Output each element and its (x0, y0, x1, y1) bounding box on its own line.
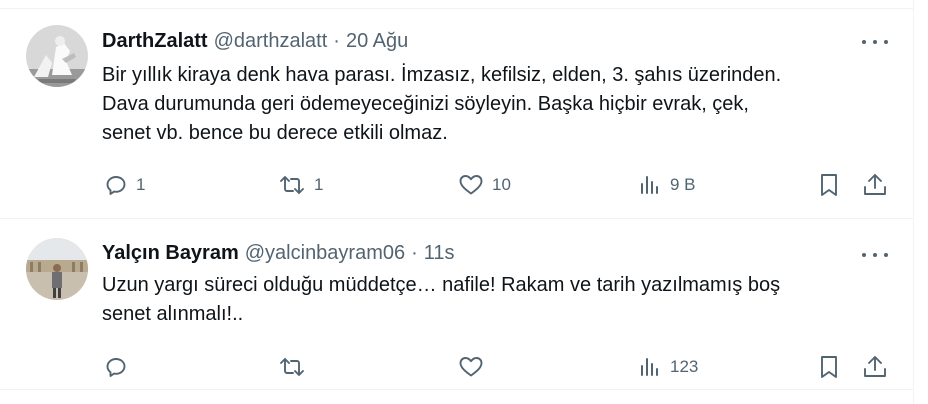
separator-dot: · (333, 29, 340, 52)
tweet-actions: 123 (0, 352, 913, 382)
repost-count: 1 (314, 175, 324, 194)
tweet-text-line: senet vb. bence bu derece etkili olmaz. (102, 122, 448, 144)
tweet-text-line: senet alınmalı!.. (102, 303, 244, 325)
reply-icon (106, 358, 126, 377)
author-name[interactable]: DarthZalatt (102, 30, 208, 53)
avatar-image-darthzalatt (26, 25, 88, 87)
tweet-timestamp[interactable]: 11s (424, 242, 455, 265)
tweet-text-line: Uzun yargı süreci olduğu müddetçe… nafil… (102, 274, 781, 296)
like-button[interactable]: 10 (458, 170, 511, 200)
repost-button[interactable] (278, 352, 314, 382)
views-button[interactable]: 9 B (638, 170, 696, 200)
heart-icon (459, 357, 483, 377)
repost-button[interactable]: 1 (278, 170, 323, 200)
reply-icon (106, 176, 126, 195)
avatar-image-yalcinbayram (26, 238, 88, 300)
author-handle[interactable]: @yalcinbayram06 (245, 242, 405, 265)
share-icon (864, 174, 886, 195)
tweet[interactable]: DarthZalatt @darthzalatt · 20 Ağu Bir yı… (0, 0, 913, 219)
separator-dot: · (411, 241, 418, 264)
views-button[interactable]: 123 (638, 352, 698, 382)
repost-icon (280, 176, 304, 194)
share-button[interactable] (862, 170, 888, 200)
tweet-text-line: Bir yıllık kiraya denk hava parası. İmza… (102, 64, 782, 86)
reply-count: 1 (136, 175, 146, 194)
avatar[interactable] (26, 25, 88, 87)
column-border (913, 0, 914, 404)
reply-button[interactable] (104, 352, 136, 382)
avatar[interactable] (26, 238, 88, 300)
reply-button[interactable]: 1 (104, 170, 145, 200)
bookmark-icon (821, 356, 837, 378)
author-handle[interactable]: @darthzalatt (214, 30, 328, 53)
bookmark-button[interactable] (818, 170, 840, 200)
tweet-actions: 1 1 10 9 B (0, 170, 913, 200)
bookmark-icon (821, 174, 837, 196)
view-count: 123 (670, 357, 699, 376)
bookmark-button[interactable] (818, 352, 840, 382)
tweet-text: Uzun yargı süreci olduğu müddetçe… nafil… (102, 271, 902, 329)
author-name[interactable]: Yalçın Bayram (102, 242, 239, 265)
like-button[interactable] (458, 352, 492, 382)
tweet-text: Bir yıllık kiraya denk hava parası. İmza… (102, 61, 902, 148)
tweet-header: DarthZalatt @darthzalatt · 20 Ağu (102, 29, 408, 53)
share-icon (864, 356, 886, 377)
tweet-timestamp[interactable]: 20 Ağu (346, 30, 408, 53)
views-chart-icon (641, 176, 658, 194)
tweet-text-line: Dava durumunda geri ödemeyeceğinizi söyl… (102, 93, 749, 115)
share-button[interactable] (862, 352, 888, 382)
tweet-header: Yalçın Bayram @yalcinbayram06 · 11s (102, 241, 455, 265)
more-options-icon[interactable] (862, 245, 888, 265)
repost-icon (280, 358, 304, 376)
heart-icon (459, 175, 483, 195)
like-count: 10 (492, 175, 511, 194)
views-chart-icon (641, 358, 658, 376)
tweet[interactable]: Yalçın Bayram @yalcinbayram06 · 11s Uzun… (0, 219, 913, 390)
view-count: 9 B (670, 175, 696, 194)
more-options-icon[interactable] (862, 32, 888, 52)
